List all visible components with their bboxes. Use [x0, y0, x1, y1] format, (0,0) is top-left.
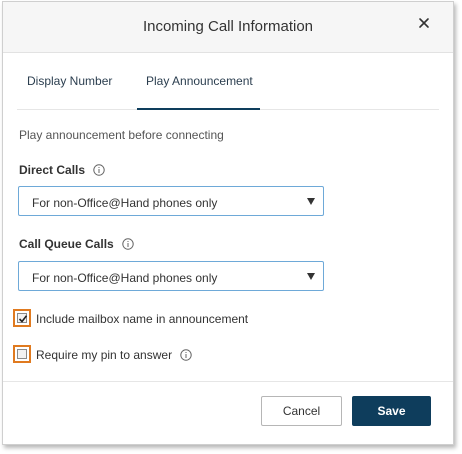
require-pin-label-row: Require my pin to answer	[36, 348, 193, 362]
tab-play-announcement[interactable]: Play Announcement	[146, 74, 253, 88]
direct-calls-select[interactable]: For non-Office@Hand phones only	[18, 186, 324, 216]
call-queue-label-row: Call Queue Calls	[19, 237, 134, 251]
chevron-down-icon	[307, 198, 315, 205]
direct-calls-selected-value: For non-Office@Hand phones only	[32, 196, 218, 210]
require-pin-highlight	[13, 345, 31, 363]
call-queue-calls-label: Call Queue Calls	[19, 237, 114, 251]
require-pin-checkbox[interactable]	[17, 349, 27, 359]
checkmark-icon	[18, 315, 28, 323]
dialog-header: Incoming Call Information	[3, 2, 453, 53]
call-queue-selected-value: For non-Office@Hand phones only	[32, 271, 218, 285]
info-icon[interactable]	[93, 164, 106, 176]
active-tab-indicator	[137, 108, 260, 110]
call-queue-calls-select[interactable]: For non-Office@Hand phones only	[18, 261, 324, 291]
direct-calls-label: Direct Calls	[19, 163, 86, 177]
include-mailbox-label: Include mailbox name in announcement	[36, 312, 249, 326]
tab-display-number[interactable]: Display Number	[27, 74, 112, 88]
close-icon[interactable]	[417, 16, 431, 30]
incoming-call-dialog: Incoming Call Information Display Number…	[2, 1, 454, 445]
dialog-title: Incoming Call Information	[142, 18, 314, 35]
require-pin-label: Require my pin to answer	[36, 348, 173, 362]
save-button[interactable]: Save	[352, 396, 431, 426]
include-mailbox-highlight	[13, 309, 31, 327]
include-mailbox-checkbox[interactable]	[17, 313, 28, 323]
cancel-button[interactable]: Cancel	[261, 396, 342, 426]
info-icon[interactable]	[122, 238, 134, 250]
direct-calls-label-row: Direct Calls	[19, 163, 106, 177]
tab-bar: Display Number Play Announcement	[17, 54, 439, 110]
info-icon[interactable]	[180, 349, 193, 361]
chevron-down-icon	[307, 273, 315, 280]
footer-divider	[3, 381, 453, 382]
section-subtitle: Play announcement before connecting	[19, 128, 224, 142]
